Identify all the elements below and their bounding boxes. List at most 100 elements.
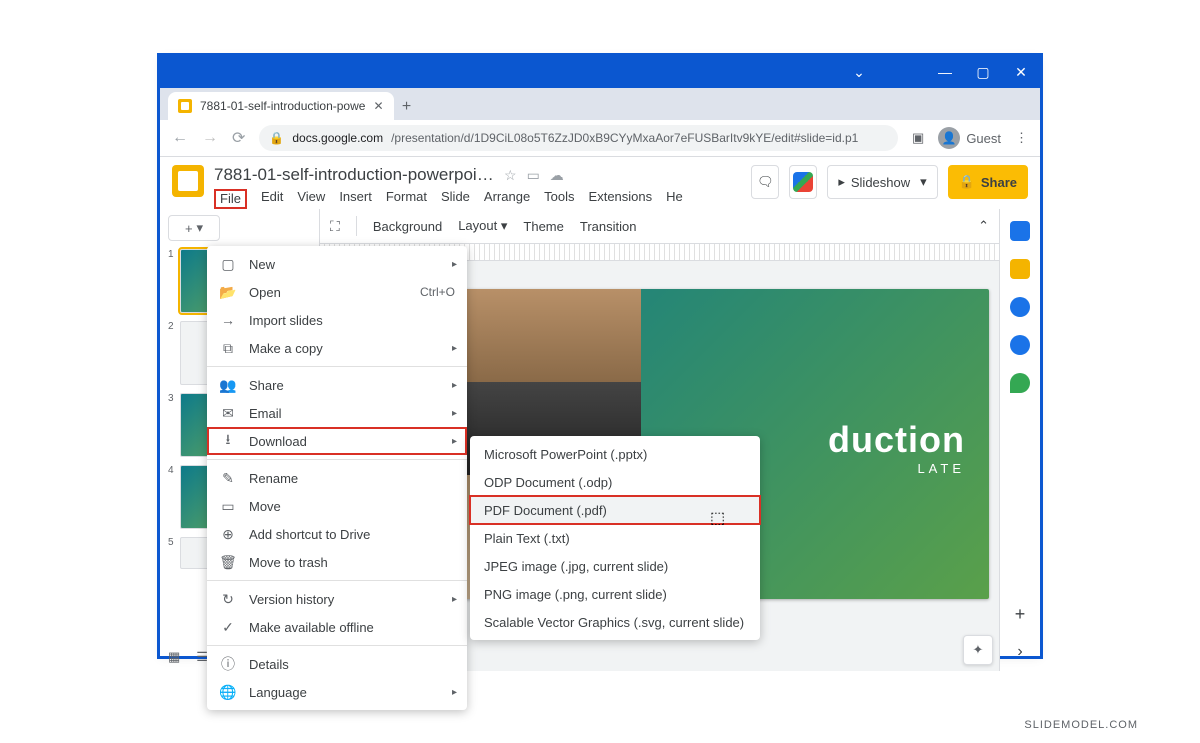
play-icon: ▸ [838,174,845,190]
add-apps-icon[interactable]: + [1015,604,1026,625]
show-sidepanel-icon[interactable]: › [1017,643,1022,661]
menu-item-move[interactable]: ▭Move [207,492,467,520]
submenu-arrow-icon: ▸ [452,408,457,419]
explore-button[interactable]: ✦ [963,635,993,665]
reload-button[interactable]: ⟳ [232,128,245,148]
contacts-icon[interactable] [1010,335,1030,355]
menu-shortcut: Ctrl+O [420,285,455,299]
browser-menu-icon[interactable]: ⋮ [1015,130,1028,146]
grid-view-icon[interactable]: ▦ [168,649,180,665]
menu-item-import-slides[interactable]: →Import slides [207,306,467,334]
menu-divider [207,580,467,581]
slideshow-button[interactable]: ▸Slideshow▾ [827,165,937,199]
menu-item-trash[interactable]: 🗑Move to trash [207,548,467,576]
tasks-icon[interactable] [1010,297,1030,317]
file-menu: ▢ New ▸ 📂OpenCtrl+O →Import slides ⧉Make a… [207,246,467,710]
profile-chip[interactable]: 👤 Guest [938,127,1001,149]
maps-icon[interactable] [1010,373,1030,393]
theme-button[interactable]: Theme [523,219,563,234]
download-odp[interactable]: ODP Document (.odp) [470,468,760,496]
menu-format[interactable]: Format [386,189,427,209]
back-button[interactable]: ← [172,129,188,147]
slide-number: 1 [168,249,174,260]
doc-title[interactable]: 7881-01-self-introduction-powerpoint-tem… [214,165,494,185]
browser-tab[interactable]: 7881-01-self-introduction-powe ✕ [168,92,394,120]
new-tab-button[interactable]: + [394,94,420,120]
menu-item-open[interactable]: 📂OpenCtrl+O [207,278,467,306]
layout-button[interactable]: Layout ▾ [458,218,507,234]
download-pptx[interactable]: Microsoft PowerPoint (.pptx) [470,440,760,468]
menu-item-label: Email [249,406,282,421]
menu-tools[interactable]: Tools [544,189,574,209]
tab-close-icon[interactable]: ✕ [373,99,383,113]
slide-text: duction LATE [828,419,965,476]
menu-arrange[interactable]: Arrange [484,189,530,209]
new-icon: ▢ [219,256,237,273]
download-submenu: Microsoft PowerPoint (.pptx) ODP Documen… [470,436,760,640]
comment-history-button[interactable]: 🗨 [751,165,779,199]
menu-item-download[interactable]: ⭳Download▸ [207,427,467,455]
close-window-button[interactable]: ✕ [1012,64,1030,81]
menu-extensions[interactable]: Extensions [589,189,653,209]
new-slide-button[interactable]: + ▾ [168,215,220,241]
menu-item-label: New [249,257,275,272]
extensions-icon[interactable]: ▣ [912,130,924,146]
slide-number: 5 [168,537,174,548]
menu-item-label: Version history [249,592,334,607]
profile-label: Guest [966,131,1001,146]
menu-item-label: Add shortcut to Drive [249,527,370,542]
menu-edit[interactable]: Edit [261,189,283,209]
submenu-arrow-icon: ▸ [452,687,457,698]
calendar-icon[interactable] [1010,221,1030,241]
layout-label: Layout [458,218,497,233]
download-svg[interactable]: Scalable Vector Graphics (.svg, current … [470,608,760,636]
transition-button[interactable]: Transition [580,219,637,234]
app-window: ⌄ — ▢ ✕ 7881-01-self-introduction-powe ✕… [160,56,1040,656]
meet-icon [793,172,813,192]
view-mode-bar: ▦ ☰ [168,649,208,665]
cloud-status-icon[interactable]: ☁ [550,167,564,184]
menu-item-version-history[interactable]: ↻Version history▸ [207,585,467,613]
menu-item-language[interactable]: 🌐Language▸ [207,678,467,706]
copy-icon: ⧉ [219,340,237,357]
forward-button[interactable]: → [202,129,218,147]
menu-slide[interactable]: Slide [441,189,470,209]
browser-tabbar: 7881-01-self-introduction-powe ✕ + [160,88,1040,120]
minimize-button[interactable]: — [936,64,954,80]
menu-item-details[interactable]: ⓘDetails [207,650,467,678]
shortcut-icon: ⊕ [219,526,237,543]
meet-button[interactable] [789,165,817,199]
menu-help[interactable]: He [666,189,683,209]
share-icon: 👥 [219,377,237,394]
menu-item-rename[interactable]: ✎Rename [207,464,467,492]
download-png[interactable]: PNG image (.png, current slide) [470,580,760,608]
move-doc-icon[interactable]: ▭ [527,167,540,184]
menu-item-share[interactable]: 👥Share▸ [207,371,467,399]
menu-file[interactable]: File [214,189,247,209]
download-jpeg[interactable]: JPEG image (.jpg, current slide) [470,552,760,580]
menu-view[interactable]: View [297,189,325,209]
fit-icon[interactable]: ⛶ [330,218,340,235]
menu-insert[interactable]: Insert [339,189,372,209]
menu-item-new[interactable]: ▢New▸ [207,250,467,278]
address-bar[interactable]: 🔒 docs.google.com /presentation/d/1D9CiL… [259,125,898,151]
download-txt[interactable]: Plain Text (.txt) [470,524,760,552]
menu-item-offline[interactable]: ✓Make available offline [207,613,467,641]
titlebar-chevron-icon[interactable]: ⌄ [850,64,868,81]
slide-number: 3 [168,393,174,404]
menu-item-email[interactable]: ✉Email▸ [207,399,467,427]
slides-app-icon[interactable] [172,165,204,197]
menu-item-label: Details [249,657,289,672]
menu-item-add-shortcut[interactable]: ⊕ Add shortcut to Drive [207,520,467,548]
submenu-arrow-icon: ▸ [452,436,457,447]
keep-icon[interactable] [1010,259,1030,279]
menu-item-make-copy[interactable]: ⧉Make a copy▸ [207,334,467,362]
chevron-down-icon: ▾ [501,218,508,233]
share-button[interactable]: 🔒Share [948,165,1028,199]
url-host: docs.google.com [292,131,383,145]
star-icon[interactable]: ☆ [504,167,517,184]
collapse-toolbar-icon[interactable]: ⌃ [978,218,989,234]
maximize-button[interactable]: ▢ [974,64,992,81]
slide-title-fragment: duction [828,419,965,461]
background-button[interactable]: Background [373,219,442,234]
